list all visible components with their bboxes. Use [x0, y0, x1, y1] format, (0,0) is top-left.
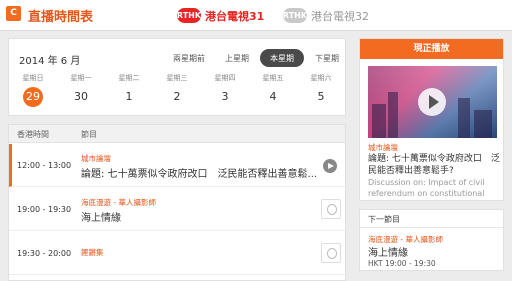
day-number: 5 [317, 90, 325, 103]
month-label: 2014 年 6 月 [19, 56, 81, 67]
thumbnail-building [388, 92, 398, 138]
day-number: 4 [269, 90, 277, 103]
next-program-time: HKT 19:00 - 19:30 [368, 259, 436, 268]
program-column-header: 節目 [81, 130, 97, 139]
now-playing-panel: 現正播放 城市論壇 論題: 七十萬票似令政府改口 泛民能否釋出善意鬆手? Dis… [359, 38, 504, 201]
day-number: 29 [23, 87, 43, 107]
thumbnail-building [372, 104, 386, 138]
row-series: 鏗鏘集 [81, 248, 104, 257]
row-series: 城市論壇 [81, 154, 111, 163]
next-program-title: 海上情緣 [368, 248, 408, 259]
day-number: 3 [221, 90, 229, 103]
weekday-label: 星期六 [310, 74, 332, 82]
channel-tab-32[interactable]: RTHK 港台電視32 [283, 7, 369, 24]
time-column-header: 香港時間 [17, 130, 49, 139]
channel-32-logo-icon: RTHK [283, 8, 307, 23]
channel-31-logo-icon: RTHK [177, 8, 201, 23]
schedule-row[interactable]: 12:00 - 13:00 城市論壇 論題: 七十萬票似令政府改口 泛民能否釋出… [9, 144, 345, 187]
this-week-button[interactable]: 本星期 [260, 49, 304, 67]
weekday-label: 星期二 [118, 74, 140, 82]
schedule-header: 香港時間 節目 [9, 125, 345, 143]
weekday-label: 星期一 [70, 74, 92, 82]
day-number: 30 [74, 90, 88, 103]
row-time: 19:30 - 20:00 [17, 249, 72, 258]
schedule-row[interactable]: 19:30 - 20:00 鏗鏘集 [9, 231, 345, 275]
two-weeks-ago-button[interactable]: 兩星期前 [169, 49, 209, 67]
channel-tab-31[interactable]: RTHK 港台電視31 [177, 7, 264, 24]
row-time: 12:00 - 13:00 [17, 161, 72, 170]
reminder-alarm-icon[interactable] [321, 199, 341, 219]
next-week-button[interactable]: 下星期 [307, 49, 347, 67]
weekday-label: 星期五 [262, 74, 284, 82]
schedule-row[interactable]: 19:00 - 19:30 海底漫遊 - 華人攝影師 海上情緣 [9, 187, 345, 231]
day-thursday[interactable]: 星期四 3 [201, 73, 249, 107]
day-friday[interactable]: 星期五 4 [249, 73, 297, 107]
now-playing-series: 城市論壇 [368, 143, 398, 152]
top-bar: C 直播時間表 RTHK 港台電視31 RTHK 港台電視32 [0, 0, 512, 31]
weekday-label: 星期日 [22, 74, 44, 82]
row-title: 論題: 七十萬票似令政府改口 泛民能否釋出善意鬆... [81, 169, 318, 180]
row-time: 19:00 - 19:30 [17, 205, 72, 214]
thumbnail-building [474, 110, 492, 138]
thumbnail-building [458, 98, 470, 138]
page-title: 直播時間表 [28, 10, 94, 25]
row-series: 海底漫遊 - 華人攝影師 [81, 198, 156, 207]
next-program-header: 下一節目 [360, 210, 503, 228]
now-playing-header: 現正播放 [360, 39, 503, 59]
week-calendar: 2014 年 6 月 兩星期前 上星期 本星期 下星期 星期日 29 星期一 3… [8, 38, 346, 116]
day-number: 2 [173, 90, 181, 103]
weekday-label: 星期四 [214, 74, 236, 82]
app-logo-icon[interactable]: C [6, 6, 21, 21]
play-icon[interactable] [323, 159, 337, 173]
day-monday[interactable]: 星期一 30 [57, 73, 105, 107]
play-video-icon[interactable] [418, 88, 446, 116]
video-thumbnail[interactable] [368, 66, 497, 138]
row-title: 海上情緣 [81, 213, 121, 224]
day-tuesday[interactable]: 星期二 1 [105, 73, 153, 107]
reminder-alarm-icon[interactable] [321, 243, 341, 263]
day-saturday[interactable]: 星期六 5 [297, 73, 345, 107]
channel-32-label: 港台電視32 [311, 9, 369, 23]
now-playing-description: Discussion on: Impact of civil referendu… [368, 178, 485, 198]
day-number: 1 [125, 90, 133, 103]
day-sunday[interactable]: 星期日 29 [9, 73, 57, 107]
day-wednesday[interactable]: 星期三 2 [153, 73, 201, 107]
schedule-list: 香港時間 節目 12:00 - 13:00 城市論壇 論題: 七十萬票似令政府改… [8, 124, 346, 281]
weekday-label: 星期三 [166, 74, 188, 82]
last-week-button[interactable]: 上星期 [217, 49, 257, 67]
channel-31-label: 港台電視31 [205, 9, 265, 23]
next-program-panel: 下一節目 海底漫遊 - 華人攝影師 海上情緣 HKT 19:00 - 19:30 [359, 209, 504, 271]
now-playing-title: 論題: 七十萬票似令政府改口 泛民能否釋出善意鬆手? [368, 154, 500, 176]
